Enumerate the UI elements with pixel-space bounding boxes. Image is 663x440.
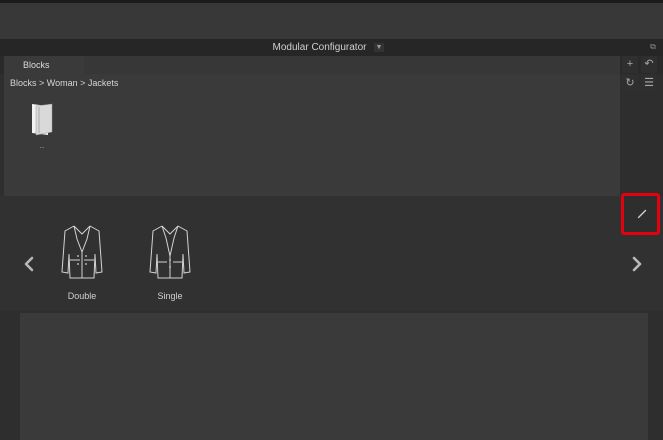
- tab-blocks[interactable]: Blocks: [4, 56, 84, 74]
- carousel-item-single[interactable]: Single: [142, 222, 198, 301]
- double-breasted-jacket-icon: [61, 225, 103, 279]
- carousel-item-label: Single: [157, 291, 183, 301]
- edit-button[interactable]: [621, 193, 660, 235]
- refresh-icon[interactable]: ↻: [622, 75, 638, 92]
- carousel-item-double[interactable]: Double: [54, 222, 110, 301]
- plus-icon[interactable]: +: [622, 56, 638, 73]
- tab-bar-fill: [84, 56, 620, 74]
- single-breasted-jacket-icon: [149, 225, 191, 279]
- list-view-icon[interactable]: ☰: [641, 75, 657, 92]
- chevron-left-icon[interactable]: [20, 253, 38, 275]
- app-toolbar: [0, 3, 663, 39]
- undo-icon[interactable]: ↶: [641, 56, 657, 73]
- undock-icon[interactable]: ⧉: [648, 42, 658, 52]
- folder-up-label: ..: [39, 141, 45, 150]
- block-browser: [4, 74, 620, 196]
- preview-panel: [20, 313, 648, 440]
- panel-title-text: Modular Configurator: [272, 42, 367, 53]
- chevron-right-icon[interactable]: [628, 253, 646, 275]
- caret-down-icon[interactable]: ▼: [374, 43, 384, 52]
- folder-up-icon[interactable]: [30, 102, 54, 136]
- pencil-icon: [637, 209, 647, 219]
- panel-title: Modular Configurator: [0, 39, 663, 56]
- carousel-item-label: Double: [67, 291, 97, 301]
- breadcrumb[interactable]: Blocks > Woman > Jackets: [10, 78, 118, 88]
